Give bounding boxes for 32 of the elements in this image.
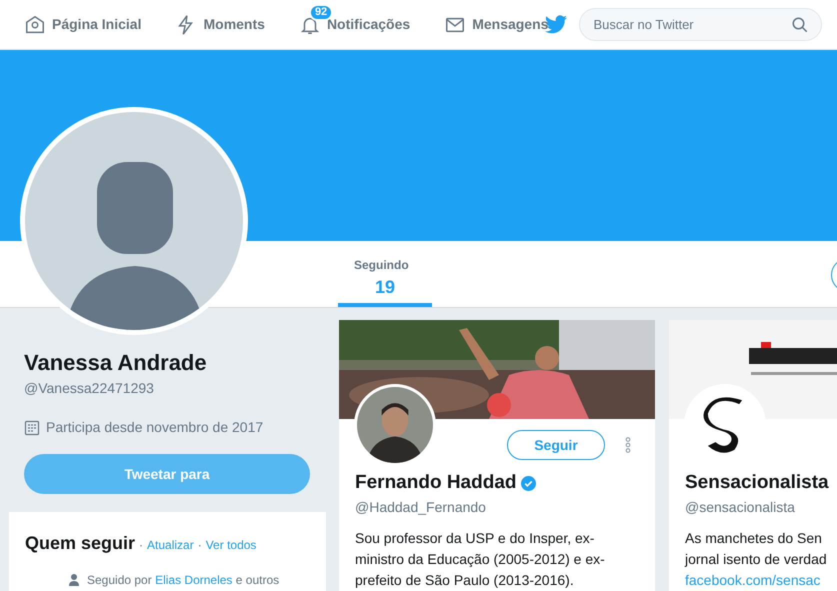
calendar-icon <box>24 420 40 436</box>
person-icon <box>69 574 79 586</box>
separator-dot: · <box>139 537 144 554</box>
bio-link[interactable]: facebook.com/sensac <box>685 570 837 591</box>
user-handle: @Haddad_Fernando <box>355 498 487 517</box>
follow-button[interactable]: Seguir <box>507 430 605 460</box>
nav-link[interactable]: Página Inicial <box>24 14 142 36</box>
notification-count: 92 <box>308 4 334 20</box>
separator-dot: · <box>198 537 202 554</box>
bio-line: As manchetes do Sen <box>685 529 823 548</box>
bio-line: Sou professor da USP e do Insper, ex- <box>355 529 596 548</box>
search-icon[interactable] <box>791 16 810 34</box>
user-link[interactable]: Elias Dorneles <box>155 573 232 587</box>
user-name[interactable]: Sensacionalista <box>685 471 829 495</box>
bio-line: prefeito de São Paulo (2013-2016). <box>355 571 575 590</box>
user-name[interactable]: Fernando Haddad <box>355 471 517 495</box>
profile-name: Vanessa Andrade <box>24 350 208 376</box>
search-field[interactable]: Buscar no Twitter <box>579 8 822 41</box>
nav-link[interactable]: Mensagens <box>444 14 548 36</box>
profile-tab[interactable]: Seguindo 19 <box>338 241 432 307</box>
section-title: Quem seguir <box>25 532 136 555</box>
home-icon <box>24 14 46 36</box>
header-link[interactable]: Atualizar <box>147 536 194 554</box>
header-link[interactable]: Ver todos <box>206 536 256 554</box>
bio-line: ministro da Educação (2005-2012) e ex- <box>355 550 606 569</box>
followed-by-text: Seguido por Elias Dorneles e outros <box>87 572 280 589</box>
nav-link[interactable]: Moments <box>175 14 265 36</box>
more-icon[interactable] <box>625 437 631 453</box>
join-date: Participa desde novembro de 2017 <box>46 418 264 437</box>
profile-handle: @Vanessa22471293 <box>24 379 155 398</box>
user-handle: @sensacionalista <box>685 498 796 517</box>
bio-line: jornal isento de verdad <box>685 550 828 569</box>
